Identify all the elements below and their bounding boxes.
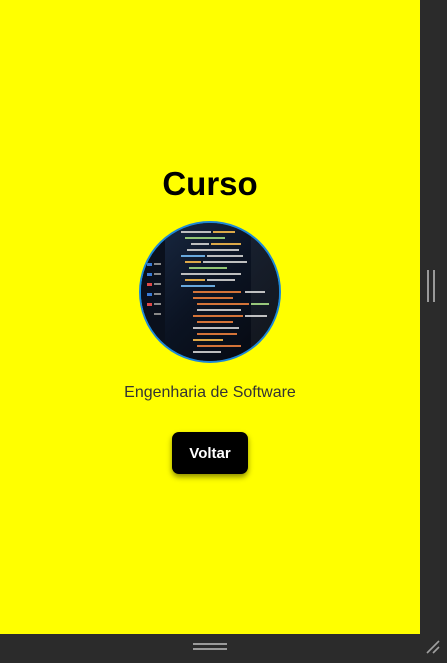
page-title: Curso [162,165,258,202]
page-viewport: Curso Engenharia de Software Voltar [0,0,420,634]
course-name: Engenharia de Software [124,384,296,401]
back-button[interactable]: Voltar [172,432,248,474]
course-avatar-image [139,221,281,363]
horizontal-resize-handle[interactable] [193,643,227,651]
vertical-resize-handle[interactable] [427,270,435,302]
vertical-scrollbar[interactable] [420,0,447,634]
resize-corner-icon[interactable] [424,638,442,656]
